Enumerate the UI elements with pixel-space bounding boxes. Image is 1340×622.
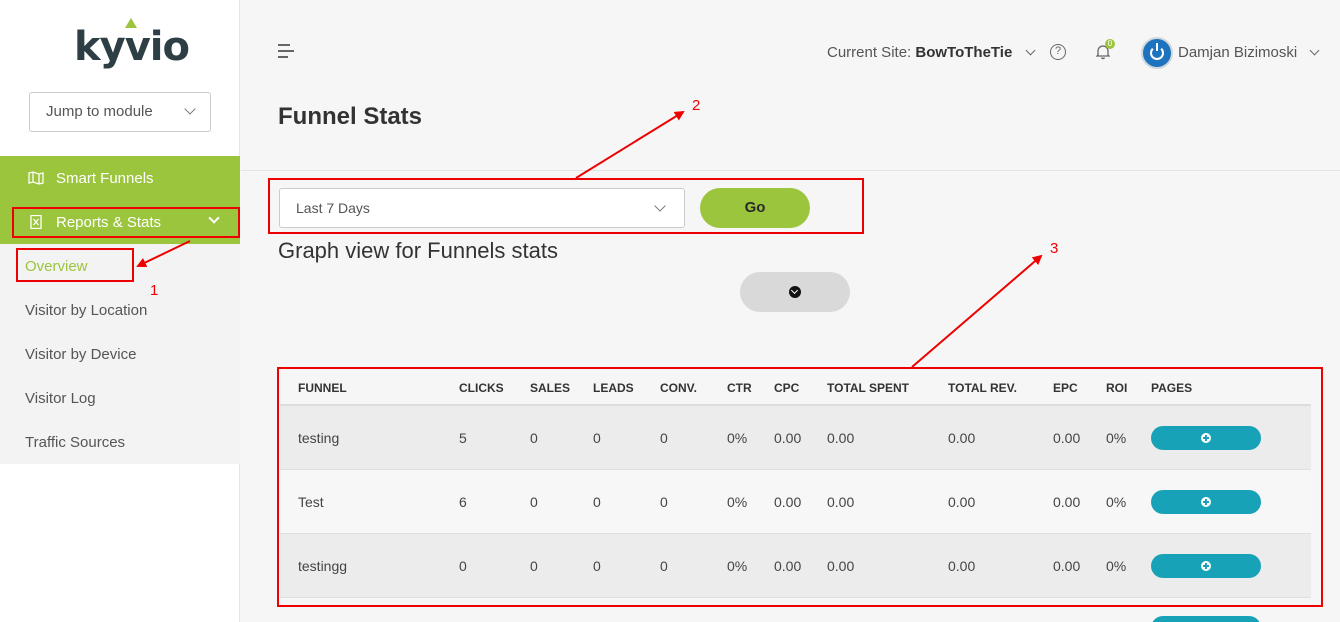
subnav-visitor-log[interactable]: Visitor Log [25,390,96,407]
graph-toggle-button[interactable] [740,272,850,312]
annotation-box-table [277,367,1323,607]
graph-title: Graph view for Funnels stats [278,238,559,263]
annotation-box-overview [16,248,134,282]
annotation-number: 2 [692,97,701,114]
nav-item-label: Smart Funnels [56,169,154,187]
annotation-arrow [911,254,1043,368]
jump-to-module-select[interactable]: Jump to module [29,92,211,132]
annotation-box-filter [268,178,864,234]
nav-item-smart-funnels[interactable]: Smart Funnels [0,156,240,200]
page-title: Funnel Stats [278,103,423,130]
chevron-down-icon [1309,45,1320,56]
annotation-arrow [575,110,685,179]
current-site-label: Current Site: [827,44,912,61]
map-icon [28,171,44,185]
header-divider [241,170,1340,171]
username: Damjan Bizimoski [1178,44,1298,61]
avatar[interactable] [1141,37,1173,69]
current-site-value: BowToTheTie [915,44,1013,61]
user-menu[interactable]: Damjan Bizimoski [1178,44,1320,61]
notification-badge: 0 [1105,39,1115,49]
chevron-down-icon [1025,45,1035,56]
current-site-selector[interactable]: Current Site: BowToTheTie [827,44,1035,61]
chevron-down-icon [184,103,196,115]
power-icon [1150,43,1164,60]
chevron-circle-down-icon [789,286,801,298]
menu-toggle-icon[interactable] [278,44,294,60]
help-icon[interactable]: ? [1050,44,1066,60]
kyvio-logo[interactable]: kyv io [74,18,190,70]
pages-expand-button[interactable] [1151,616,1261,622]
jump-to-module-label: Jump to module [46,103,153,120]
annotation-box-reports [12,207,240,238]
annotation-number: 3 [1050,240,1059,257]
subnav-visitor-by-device[interactable]: Visitor by Device [25,346,136,363]
logo-check-icon [124,18,137,28]
annotation-number: 1 [150,282,159,299]
notifications-button[interactable]: 0 [1095,39,1115,65]
subnav-visitor-by-location[interactable]: Visitor by Location [25,302,147,319]
sidebar: kyv io Jump to module Smart Funnels Repor… [0,0,240,622]
subnav-traffic-sources[interactable]: Traffic Sources [25,434,125,451]
